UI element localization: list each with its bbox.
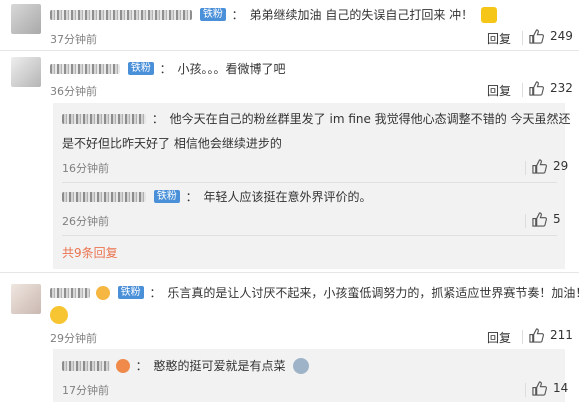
comment-text: 小孩。。。看微博了吧 bbox=[177, 61, 286, 76]
like-button[interactable]: 211 bbox=[529, 328, 573, 343]
sub-replies-panel: ： 他今天在自己的粉丝群里发了 im fine 我觉得他心态调整不错的 今天虽然… bbox=[53, 103, 571, 269]
like-count: 232 bbox=[550, 81, 573, 95]
divider bbox=[62, 182, 557, 183]
timestamp: 16分钟前 bbox=[62, 162, 109, 175]
divider bbox=[525, 214, 526, 228]
like-button[interactable]: 14 bbox=[532, 381, 568, 396]
username[interactable] bbox=[50, 63, 120, 74]
avatar[interactable] bbox=[11, 284, 41, 314]
thumbs-up-icon bbox=[529, 29, 544, 44]
thumbs-up-icon bbox=[529, 81, 544, 96]
reply-text: 憨憨的挺可爱就是有点菜 bbox=[153, 358, 286, 373]
like-count: 249 bbox=[550, 29, 573, 43]
divider bbox=[525, 161, 526, 175]
username[interactable] bbox=[62, 360, 110, 371]
fan-badge: 铁粉 bbox=[127, 62, 154, 75]
reply-button[interactable]: 回复 bbox=[487, 30, 511, 47]
timestamp: 29分钟前 bbox=[50, 332, 97, 345]
divider bbox=[522, 31, 523, 45]
timestamp: 26分钟前 bbox=[62, 215, 109, 228]
username[interactable] bbox=[62, 191, 146, 202]
like-button[interactable]: 29 bbox=[532, 159, 568, 174]
thumbs-up-icon bbox=[532, 381, 547, 396]
fan-badge: 铁粉 bbox=[199, 8, 226, 21]
reply-button[interactable]: 回复 bbox=[487, 329, 511, 346]
like-button[interactable]: 232 bbox=[529, 81, 573, 96]
divider bbox=[522, 83, 523, 97]
reply-text: 是不好但比昨天好了 相信他会继续进步的 bbox=[62, 136, 282, 151]
comment: 铁粉 ： 弟弟继续加油 自己的失误自己打回来 冲！ 37分钟前 回复 249 bbox=[0, 0, 579, 50]
thumbs-up-icon bbox=[532, 212, 547, 227]
like-count: 14 bbox=[553, 381, 569, 395]
divider bbox=[525, 383, 526, 397]
comment-text: 乐言真的是让人讨厌不起来，小孩蛮低调努力的，抓紧适应世界赛节奏！加油！ bbox=[167, 285, 579, 300]
avatar[interactable] bbox=[11, 4, 41, 34]
reply-text: 年轻人应该挺在意外界评价的。 bbox=[203, 189, 372, 204]
scared-emoji-icon bbox=[293, 357, 310, 374]
sub-replies-panel: ： 憨憨的挺可爱就是有点菜 17分钟前 14 bbox=[53, 349, 568, 402]
username[interactable] bbox=[50, 287, 90, 298]
strong-arm-emoji-icon bbox=[480, 6, 497, 23]
username[interactable] bbox=[62, 113, 146, 124]
like-count: 29 bbox=[553, 159, 569, 173]
like-button[interactable]: 5 bbox=[532, 212, 561, 227]
username[interactable] bbox=[50, 9, 192, 20]
reply-button[interactable]: 回复 bbox=[487, 82, 511, 99]
avatar[interactable] bbox=[11, 57, 41, 87]
grinning-emoji-icon bbox=[50, 305, 68, 324]
timestamp: 36分钟前 bbox=[50, 85, 97, 98]
fan-badge: 铁粉 bbox=[153, 190, 180, 203]
thumbs-up-icon bbox=[532, 159, 547, 174]
like-count: 5 bbox=[553, 212, 561, 226]
thumbs-up-icon bbox=[529, 328, 544, 343]
comment-text: 弟弟继续加油 自己的失误自己打回来 冲！ bbox=[249, 7, 474, 22]
fan-badge: 铁粉 bbox=[117, 286, 144, 299]
emoji-icon bbox=[95, 285, 110, 300]
emoji-icon bbox=[115, 358, 130, 373]
like-count: 211 bbox=[550, 328, 573, 342]
view-more-replies-link[interactable]: 共9条回复 bbox=[62, 244, 118, 261]
divider bbox=[62, 235, 557, 236]
reply-text: 他今天在自己的粉丝群里发了 im fine 我觉得他心态调整不错的 今天虽然还 bbox=[169, 111, 571, 126]
timestamp: 17分钟前 bbox=[62, 384, 109, 397]
timestamp: 37分钟前 bbox=[50, 33, 97, 46]
like-button[interactable]: 249 bbox=[529, 29, 573, 44]
divider bbox=[522, 330, 523, 344]
